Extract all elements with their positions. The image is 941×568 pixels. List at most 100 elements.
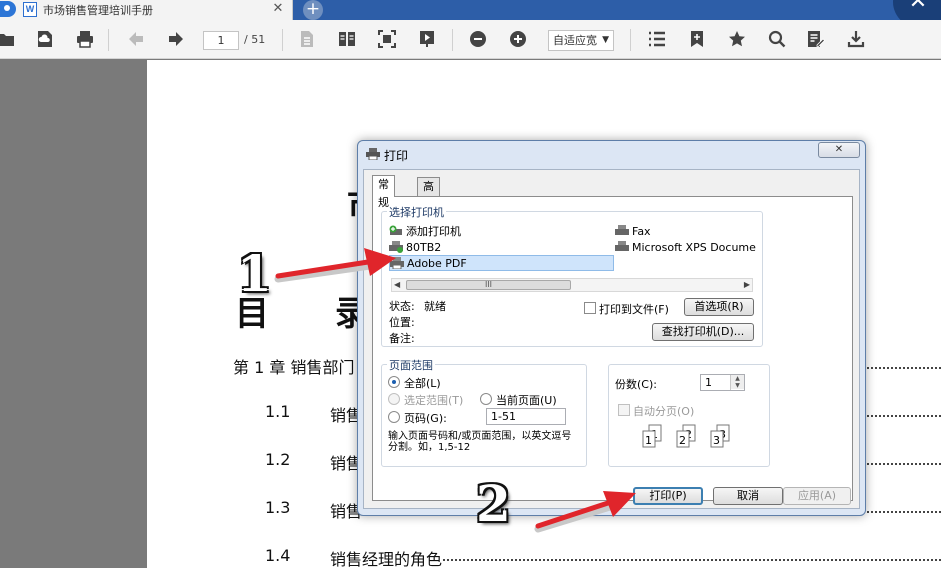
printer-item-add[interactable]: 添加打印机 xyxy=(389,223,461,239)
printer-icon xyxy=(615,241,629,251)
zoom-out-icon[interactable] xyxy=(468,29,488,49)
toolbar-separator xyxy=(630,29,631,51)
range-selection-radio[interactable] xyxy=(388,393,400,405)
save-cloud-icon[interactable] xyxy=(35,29,55,49)
scrollbar-thumb[interactable]: III xyxy=(406,280,571,290)
page-number-input[interactable]: 1 xyxy=(203,31,239,50)
outline-list-icon[interactable] xyxy=(647,29,667,49)
location-label: 位置: xyxy=(389,316,415,329)
star-favorite-icon[interactable] xyxy=(727,29,747,49)
spin-up-icon[interactable]: ▲ xyxy=(731,375,744,382)
add-printer-icon xyxy=(389,225,402,235)
dialog-close-icon[interactable]: ✕ xyxy=(818,142,860,158)
tab-close-icon[interactable]: ✕ xyxy=(270,1,286,17)
copies-group: 份数(C): 1 ▲▼ 自动分页(O) 1 1 2 2 3 3 xyxy=(608,364,770,467)
word-file-icon: W xyxy=(23,2,37,17)
printer-icon xyxy=(366,148,380,160)
printer-item-xps[interactable]: Microsoft XPS Docume xyxy=(615,239,756,255)
range-all-label: 全部(L) xyxy=(404,377,441,390)
zoom-in-icon[interactable] xyxy=(508,29,528,49)
toolbar: 1 / 51 自适应宽 ▼ xyxy=(0,20,941,59)
single-page-icon[interactable] xyxy=(297,29,317,49)
svg-text:3: 3 xyxy=(713,434,720,447)
collate-pages-icon: 1 1 2 2 3 3 xyxy=(642,424,730,448)
printer-item-80tb2[interactable]: 80TB2 xyxy=(389,239,441,255)
open-folder-icon[interactable] xyxy=(0,29,16,49)
page-range-label: 页面范围 xyxy=(387,357,435,373)
toc-entry-number: 1.3 xyxy=(265,498,291,517)
find-printer-button[interactable]: 查找打印机(D)... xyxy=(652,323,754,341)
print-to-file-checkbox[interactable] xyxy=(584,302,596,314)
toolbar-separator xyxy=(108,29,109,51)
preferences-button[interactable]: 首选项(R) xyxy=(684,298,754,316)
fit-screen-icon[interactable] xyxy=(377,29,397,49)
printer-icon xyxy=(390,257,404,269)
toc-entry-number: 1.2 xyxy=(265,450,291,469)
range-pages-label: 页码(G): xyxy=(404,412,447,425)
scroll-left-icon[interactable]: ◀ xyxy=(394,279,400,291)
new-tab-plus-icon[interactable]: + xyxy=(303,0,323,20)
tab-bar: W 市场销售管理培训手册 ✕ + ✕ xyxy=(0,0,941,30)
slideshow-play-icon[interactable] xyxy=(417,29,437,49)
range-selection-label: 选定范围(T) xyxy=(404,394,464,407)
status-value: 就绪 xyxy=(424,300,446,313)
range-all-radio[interactable] xyxy=(388,376,400,388)
printer-name: Microsoft XPS Docume xyxy=(632,240,756,254)
printer-list-scrollbar[interactable]: ◀ III ▶ xyxy=(391,278,753,292)
general-tab-panel: 选择打印机 添加打印机 80TB2 Adobe PDF Fax Microsof… xyxy=(372,196,853,501)
printer-icon xyxy=(389,241,403,253)
tab-title: 市场销售管理培训手册 xyxy=(43,4,153,17)
annotate-edit-icon[interactable] xyxy=(806,29,826,49)
fax-icon xyxy=(615,225,629,235)
printer-item-adobe-pdf[interactable]: Adobe PDF xyxy=(389,255,614,271)
printer-name: 添加打印机 xyxy=(406,225,461,238)
zoom-select[interactable]: 自适应宽 ▼ xyxy=(548,30,614,51)
app-logo-icon xyxy=(0,1,16,17)
bookmark-add-icon[interactable] xyxy=(687,29,707,49)
toolbar-separator xyxy=(282,29,283,51)
two-page-icon[interactable] xyxy=(337,29,357,49)
page-total-label: / 51 xyxy=(244,33,266,46)
dialog-body: 常规 高级 选择打印机 添加打印机 80TB2 xyxy=(363,169,860,509)
page-range-group: 页面范围 全部(L) 选定范围(T) 当前页面(U) 页码(G): 1-51 输… xyxy=(381,357,587,467)
search-icon[interactable] xyxy=(767,29,787,49)
print-icon[interactable] xyxy=(75,29,95,49)
scroll-right-icon[interactable]: ▶ xyxy=(744,279,750,291)
toc-entry[interactable]: 销售经理的角色 xyxy=(330,546,442,568)
toc-leader-dots xyxy=(867,511,941,513)
toc-leader-dots xyxy=(443,559,941,561)
page-range-input[interactable]: 1-51 xyxy=(486,408,566,425)
copies-spinner[interactable]: ▲ ▼ xyxy=(730,375,744,390)
spin-down-icon[interactable]: ▼ xyxy=(731,382,744,389)
tab-general[interactable]: 常规 xyxy=(372,175,395,209)
copies-label: 份数(C): xyxy=(615,378,657,391)
range-current-radio[interactable] xyxy=(480,393,492,405)
dialog-title: 打印 xyxy=(384,149,409,163)
toc-entry-number: 1.4 xyxy=(265,546,291,565)
print-to-file-label: 打印到文件(F) xyxy=(599,303,669,316)
chevron-down-icon: ▼ xyxy=(602,35,609,45)
next-page-arrow-icon[interactable] xyxy=(166,29,186,49)
print-dialog: 打印 ✕ 常规 高级 选择打印机 添加打印机 80TB2 xyxy=(357,140,866,516)
download-icon[interactable] xyxy=(846,29,866,49)
step-1-label: 1 xyxy=(237,244,272,303)
toolbar-separator xyxy=(452,29,453,51)
toc-leader-dots xyxy=(867,463,941,465)
range-pages-radio[interactable] xyxy=(388,411,400,423)
tab-advanced[interactable]: 高级 xyxy=(417,177,440,211)
collate-label: 自动分页(O) xyxy=(633,405,695,418)
cancel-button[interactable]: 取消 xyxy=(713,487,783,505)
toc-entry[interactable]: 第 1 章 销售部门 xyxy=(233,354,354,378)
step-2-label: 2 xyxy=(476,474,511,533)
apply-button[interactable]: 应用(A) xyxy=(783,487,851,505)
printer-name: Adobe PDF xyxy=(407,256,467,270)
printer-name: Fax xyxy=(632,224,651,238)
zoom-value: 自适应宽 xyxy=(553,34,597,47)
collate-checkbox[interactable] xyxy=(618,404,630,416)
printer-item-fax[interactable]: Fax xyxy=(615,223,651,239)
document-tab[interactable]: W 市场销售管理培训手册 ✕ xyxy=(0,0,293,20)
print-button[interactable]: 打印(P) xyxy=(633,487,703,505)
select-printer-label: 选择打印机 xyxy=(387,204,446,220)
previous-page-arrow-icon[interactable] xyxy=(126,29,146,49)
page-range-hint: 输入页面号码和/或页面范围，以英文逗号分割。如，1,5-12 xyxy=(388,431,572,453)
